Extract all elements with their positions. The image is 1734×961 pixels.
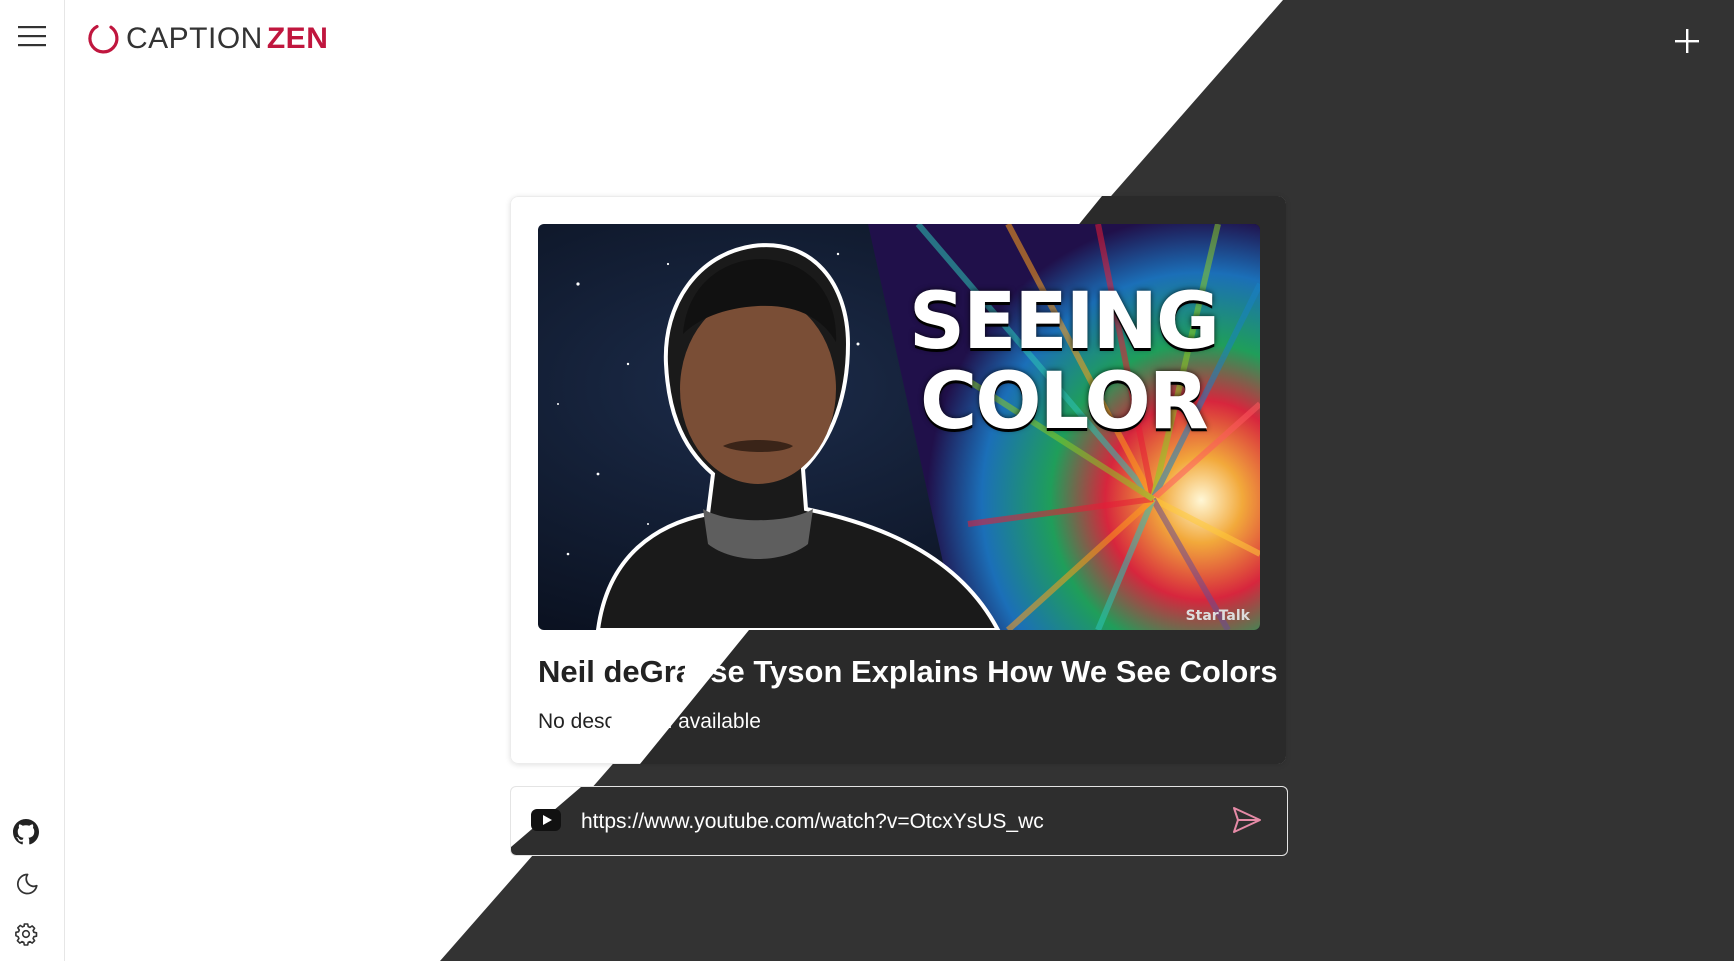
menu-icon [18, 26, 46, 47]
url-input-bar [510, 786, 1288, 856]
settings-button[interactable] [8, 916, 44, 952]
github-icon [13, 819, 39, 845]
menu-button[interactable] [12, 20, 52, 52]
gear-icon [15, 923, 38, 946]
thumbnail-brand: StarTalk [1185, 608, 1250, 624]
thumbnail-title: SEEING COLOR [908, 277, 1220, 447]
plus-icon [1675, 29, 1699, 53]
send-icon [1233, 807, 1261, 833]
video-card: SEEING COLOR StarTalk Neil deGrasse Tyso… [510, 196, 1286, 764]
video-description: No description available [538, 710, 761, 733]
moon-icon [16, 873, 38, 895]
app-logo[interactable]: CAPTION ZEN [86, 18, 328, 60]
logo-ring-icon [88, 24, 119, 54]
send-button[interactable] [1231, 805, 1265, 837]
logo-text-zen: ZEN [266, 22, 329, 55]
logo-text-caption: CAPTION [126, 22, 263, 55]
video-url-input[interactable] [579, 801, 1203, 843]
video-thumbnail[interactable]: SEEING COLOR StarTalk [538, 224, 1260, 630]
github-button[interactable] [8, 814, 44, 850]
new-session-button[interactable] [1666, 20, 1708, 62]
youtube-icon [531, 809, 561, 831]
video-title: Neil deGrasse Tyson Explains How We See … [538, 654, 1278, 689]
theme-toggle-button[interactable] [9, 866, 45, 902]
sidebar [0, 0, 65, 961]
